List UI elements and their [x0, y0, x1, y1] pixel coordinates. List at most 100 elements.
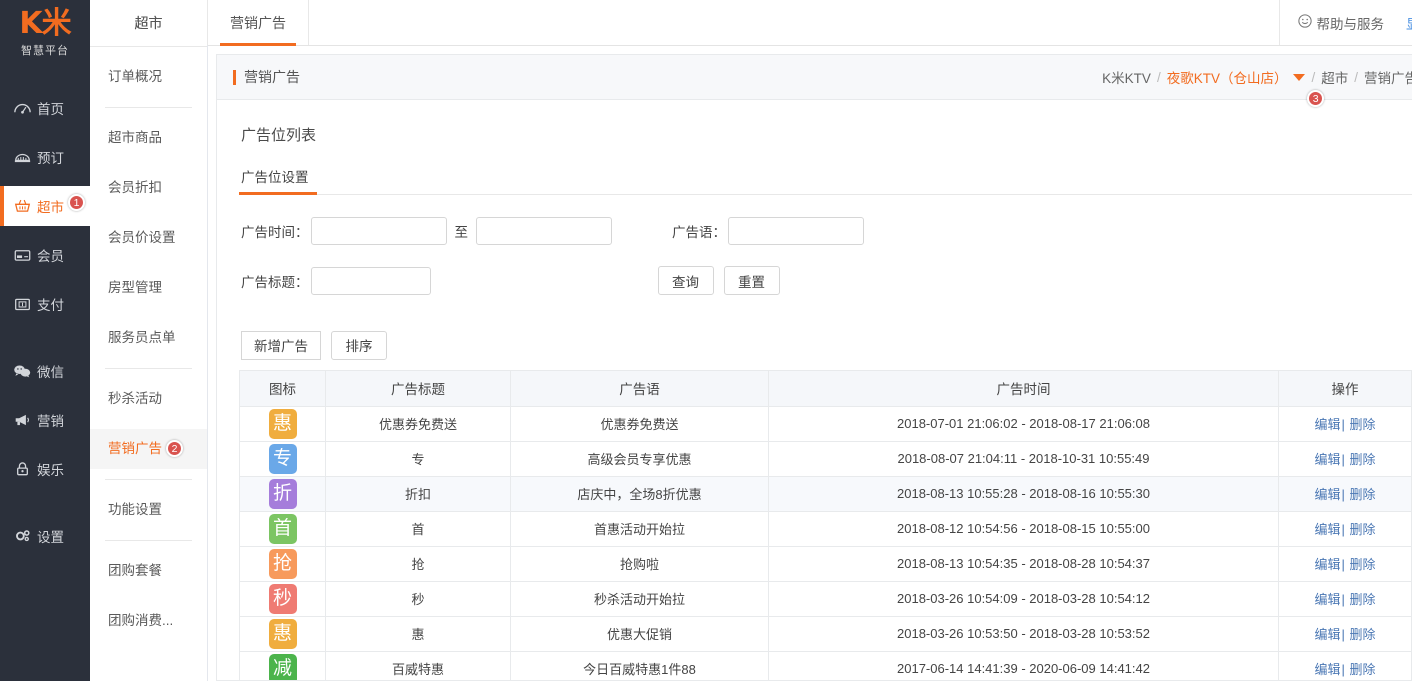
edit-link[interactable]: 编辑 [1314, 417, 1340, 432]
filter-row-2: 广告标题： 查询 重置 [241, 266, 1410, 296]
delete-link[interactable]: 删除 [1346, 487, 1376, 502]
breadcrumb-separator: / [1156, 69, 1161, 85]
submenu-item-3[interactable]: 会员折扣 [90, 168, 207, 208]
edit-link[interactable]: 编辑 [1314, 487, 1340, 502]
ad-icon-badge: 折 [268, 478, 297, 509]
table-row: 折折扣 店庆中，全场8折优惠 2018-08-13 10:55:28 - 2018-… [239, 475, 1412, 512]
cell-time: 2018-03-26 10:53:50 - 2018-03-28 10:53:5… [768, 615, 1279, 652]
table-row: 减 百威特惠 今日百威特惠1件88 2017-06-14 14:41:39 - 202… [239, 650, 1412, 680]
submenu-item-label: 会员折扣 [108, 180, 162, 195]
sidebar-item-4[interactable]: 会员 [0, 235, 90, 275]
submenu-item-9[interactable]: 功能设置 [90, 490, 207, 530]
ad-title-input[interactable] [310, 266, 431, 295]
gear-icon [12, 528, 32, 544]
sidebar-item-6[interactable]: 微信 [0, 351, 90, 391]
table-body: 惠优惠券免费送 优惠券免费送 2018-07-01 21:06:02 - 2018-… [239, 405, 1412, 680]
submenu-list: 订单概况超市商品会员折扣会员价设置房型管理服务员点单秒杀活动营销广告 2 功能设置团… [90, 57, 207, 641]
sidebar-item-7[interactable]: 营销 [0, 400, 90, 440]
cell-actions: 编辑| 删除 [1278, 615, 1412, 652]
cell-slogan: 首惠活动开始拉 [510, 510, 769, 547]
chevron-down-icon[interactable] [1293, 73, 1306, 81]
edit-link[interactable]: 编辑 [1314, 592, 1340, 607]
top-bar: 超市 营销广告 帮助与服务 显示 [135, 0, 1412, 47]
ad-icon-badge: 专 [268, 443, 297, 474]
sidebar-item-3[interactable]: 超市 1 [0, 186, 90, 226]
cell-time: 2017-06-14 14:41:39 - 2020-06-09 14:41:4… [768, 650, 1279, 680]
sidebar-item-9[interactable]: 设置 [0, 516, 90, 556]
submenu-item-8[interactable]: 营销广告 2 [90, 429, 207, 469]
cell-actions: 编辑| 删除 [1278, 440, 1412, 477]
sidebar-item-label: 会员 [37, 249, 64, 264]
submenu-item-7[interactable]: 秒杀活动 [90, 379, 207, 419]
sidebar-item-label: 预订 [37, 151, 64, 166]
dashboard-icon [12, 100, 32, 116]
action-separator: | [1341, 592, 1345, 608]
submenu-item-1[interactable]: 订单概况 [90, 57, 207, 97]
ad-time-range-separator: 至 [454, 224, 469, 240]
submenu-item-label: 团购套餐 [108, 563, 162, 578]
ad-title-label: 广告标题： [241, 274, 309, 290]
tab-ad-slot-settings[interactable]: 广告位设置 [239, 166, 317, 195]
sidebar-item-label: 首页 [37, 102, 64, 117]
column-header-actions: 操作 [1278, 369, 1412, 407]
cell-slogan: 优惠大促销 [510, 615, 769, 652]
table-row: 惠惠优惠大促销 2018-03-26 10:53:50 - 2018-03-28 … [239, 615, 1412, 652]
submenu-item-label: 营销广告 [108, 441, 162, 456]
show-button[interactable]: 显示 [1406, 13, 1412, 33]
basket-icon [12, 198, 32, 214]
sidebar-item-5[interactable]: 支付 [0, 284, 90, 324]
edit-link[interactable]: 编辑 [1314, 662, 1340, 677]
edit-link[interactable]: 编辑 [1314, 627, 1340, 642]
sidebar-item-2[interactable]: 预订 [0, 137, 90, 177]
breadcrumb-level-1[interactable]: 超市 [1321, 67, 1348, 87]
sidebar-item-label: 超市 [37, 200, 64, 215]
edit-link[interactable]: 编辑 [1314, 522, 1340, 537]
cell-title: 折扣 [325, 475, 511, 512]
ad-icon-badge: 惠 [268, 408, 297, 439]
ad-time-end-input[interactable] [476, 216, 612, 245]
submenu-item-4[interactable]: 会员价设置 [90, 218, 207, 258]
add-ad-button[interactable]: 新增广告 [241, 330, 321, 360]
delete-link[interactable]: 删除 [1346, 662, 1376, 677]
delete-link[interactable]: 删除 [1346, 592, 1376, 607]
breadcrumb-root[interactable]: K米KTV [1102, 67, 1151, 87]
table-row: 专专高级会员专享优惠 2018-08-07 21:04:11 - 2018-10-… [239, 440, 1412, 477]
ad-time-label: 广告时间： [241, 224, 309, 240]
action-separator: | [1341, 557, 1345, 573]
cell-icon: 惠 [239, 615, 326, 652]
edit-link[interactable]: 编辑 [1314, 452, 1340, 467]
sort-button[interactable]: 排序 [331, 330, 387, 360]
primary-nav: 首页预订超市 1 会员支付微信营销娱乐设置 [0, 88, 90, 556]
ad-slogan-input[interactable] [728, 216, 864, 245]
submenu-item-5[interactable]: 房型管理 [90, 268, 207, 308]
delete-link[interactable]: 删除 [1346, 417, 1376, 432]
page-title: 营销广告 [233, 67, 300, 87]
ad-icon-badge: 抢 [268, 548, 297, 579]
help-and-service-label: 帮助与服务 [1316, 16, 1385, 32]
ad-time-start-input[interactable] [310, 216, 447, 245]
delete-link[interactable]: 删除 [1346, 557, 1376, 572]
submenu-item-label: 秒杀活动 [108, 391, 162, 406]
tab-marketing-ads[interactable]: 营销广告 [208, 0, 309, 47]
reset-button[interactable]: 重置 [723, 266, 780, 296]
secondary-sidebar: 超市 订单概况 超市商品 会员折扣 会员价设置 房型管理 服务员点单 秒杀活动 营销广告 2 功能… [90, 0, 208, 681]
megaphone-icon [12, 412, 32, 428]
delete-link[interactable]: 删除 [1346, 522, 1376, 537]
submenu-item-10[interactable]: 团购套餐 [90, 551, 207, 591]
submenu-item-11[interactable]: 团购消费... [90, 601, 207, 641]
submenu-item-6[interactable]: 服务员点单 [90, 318, 207, 358]
cell-title: 专 [325, 440, 511, 477]
search-button[interactable]: 查询 [657, 266, 714, 296]
logo-subtitle: 智慧平台 [21, 45, 69, 57]
breadcrumb-store[interactable]: 夜歌KTV（仓山店） [1167, 67, 1288, 87]
sidebar-item-8[interactable]: 娱乐 [0, 449, 90, 489]
content-tabstrip: 广告位设置 [239, 161, 1412, 195]
delete-link[interactable]: 删除 [1346, 452, 1376, 467]
sidebar-item-1[interactable]: 首页 [0, 88, 90, 128]
help-and-service-button[interactable]: 帮助与服务 [1297, 13, 1385, 33]
submenu-item-2[interactable]: 超市商品 [90, 118, 207, 158]
delete-link[interactable]: 删除 [1346, 627, 1376, 642]
cell-actions: 编辑| 删除 [1278, 475, 1412, 512]
edit-link[interactable]: 编辑 [1314, 557, 1340, 572]
logo-mark: K米 [19, 6, 71, 41]
